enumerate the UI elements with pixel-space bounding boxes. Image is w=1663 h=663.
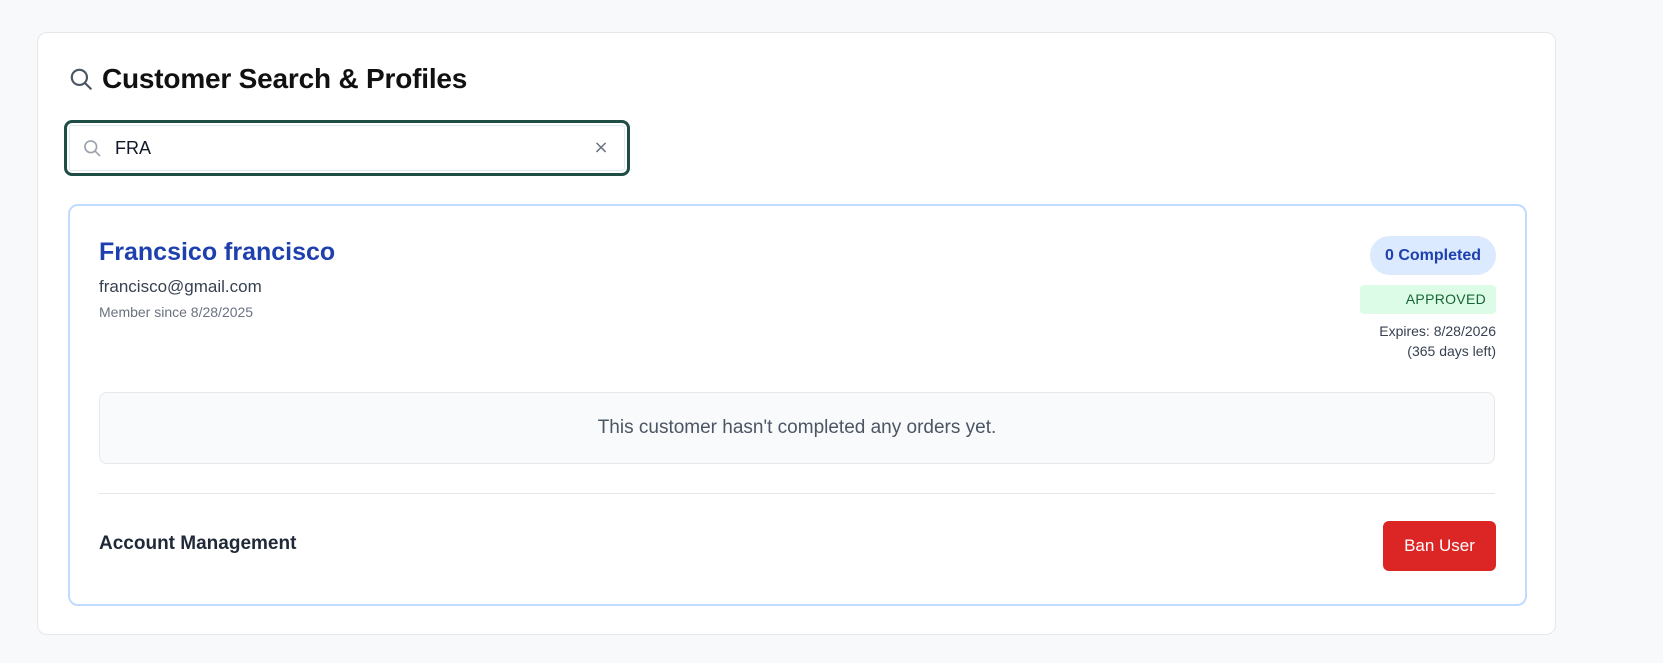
page-title: Customer Search & Profiles: [102, 63, 468, 94]
ban-user-button[interactable]: Ban User: [1383, 521, 1496, 571]
search-icon: [68, 66, 94, 92]
search-icon: [82, 138, 102, 158]
customer-profile-card: Francsico francisco francisco@gmail.com …: [68, 204, 1527, 606]
customer-name[interactable]: Francsico francisco: [99, 238, 335, 267]
member-since: Member since 8/28/2025: [99, 304, 254, 320]
customer-status-stack: 0 Completed APPROVED Expires: 8/28/2026 …: [1360, 236, 1496, 361]
panel-header: Customer Search & Profiles: [68, 63, 467, 95]
search-input[interactable]: [115, 132, 555, 164]
orders-empty-message: This customer hasn't completed any order…: [99, 392, 1495, 464]
expires-date: Expires: 8/28/2026: [1379, 323, 1496, 339]
account-management-title: Account Management: [99, 533, 297, 554]
clear-search-button[interactable]: ×: [589, 136, 613, 160]
customer-email: francisco@gmail.com: [99, 277, 262, 296]
days-left: (365 days left): [1407, 343, 1496, 359]
completed-orders-badge: 0 Completed: [1369, 236, 1496, 275]
customer-search-panel: Customer Search & Profiles × Francsico f…: [37, 32, 1556, 635]
search-box[interactable]: ×: [64, 120, 630, 176]
divider: [99, 493, 1495, 494]
status-badge: APPROVED: [1360, 285, 1496, 314]
expiration-info: Expires: 8/28/2026 (365 days left): [1379, 321, 1496, 361]
